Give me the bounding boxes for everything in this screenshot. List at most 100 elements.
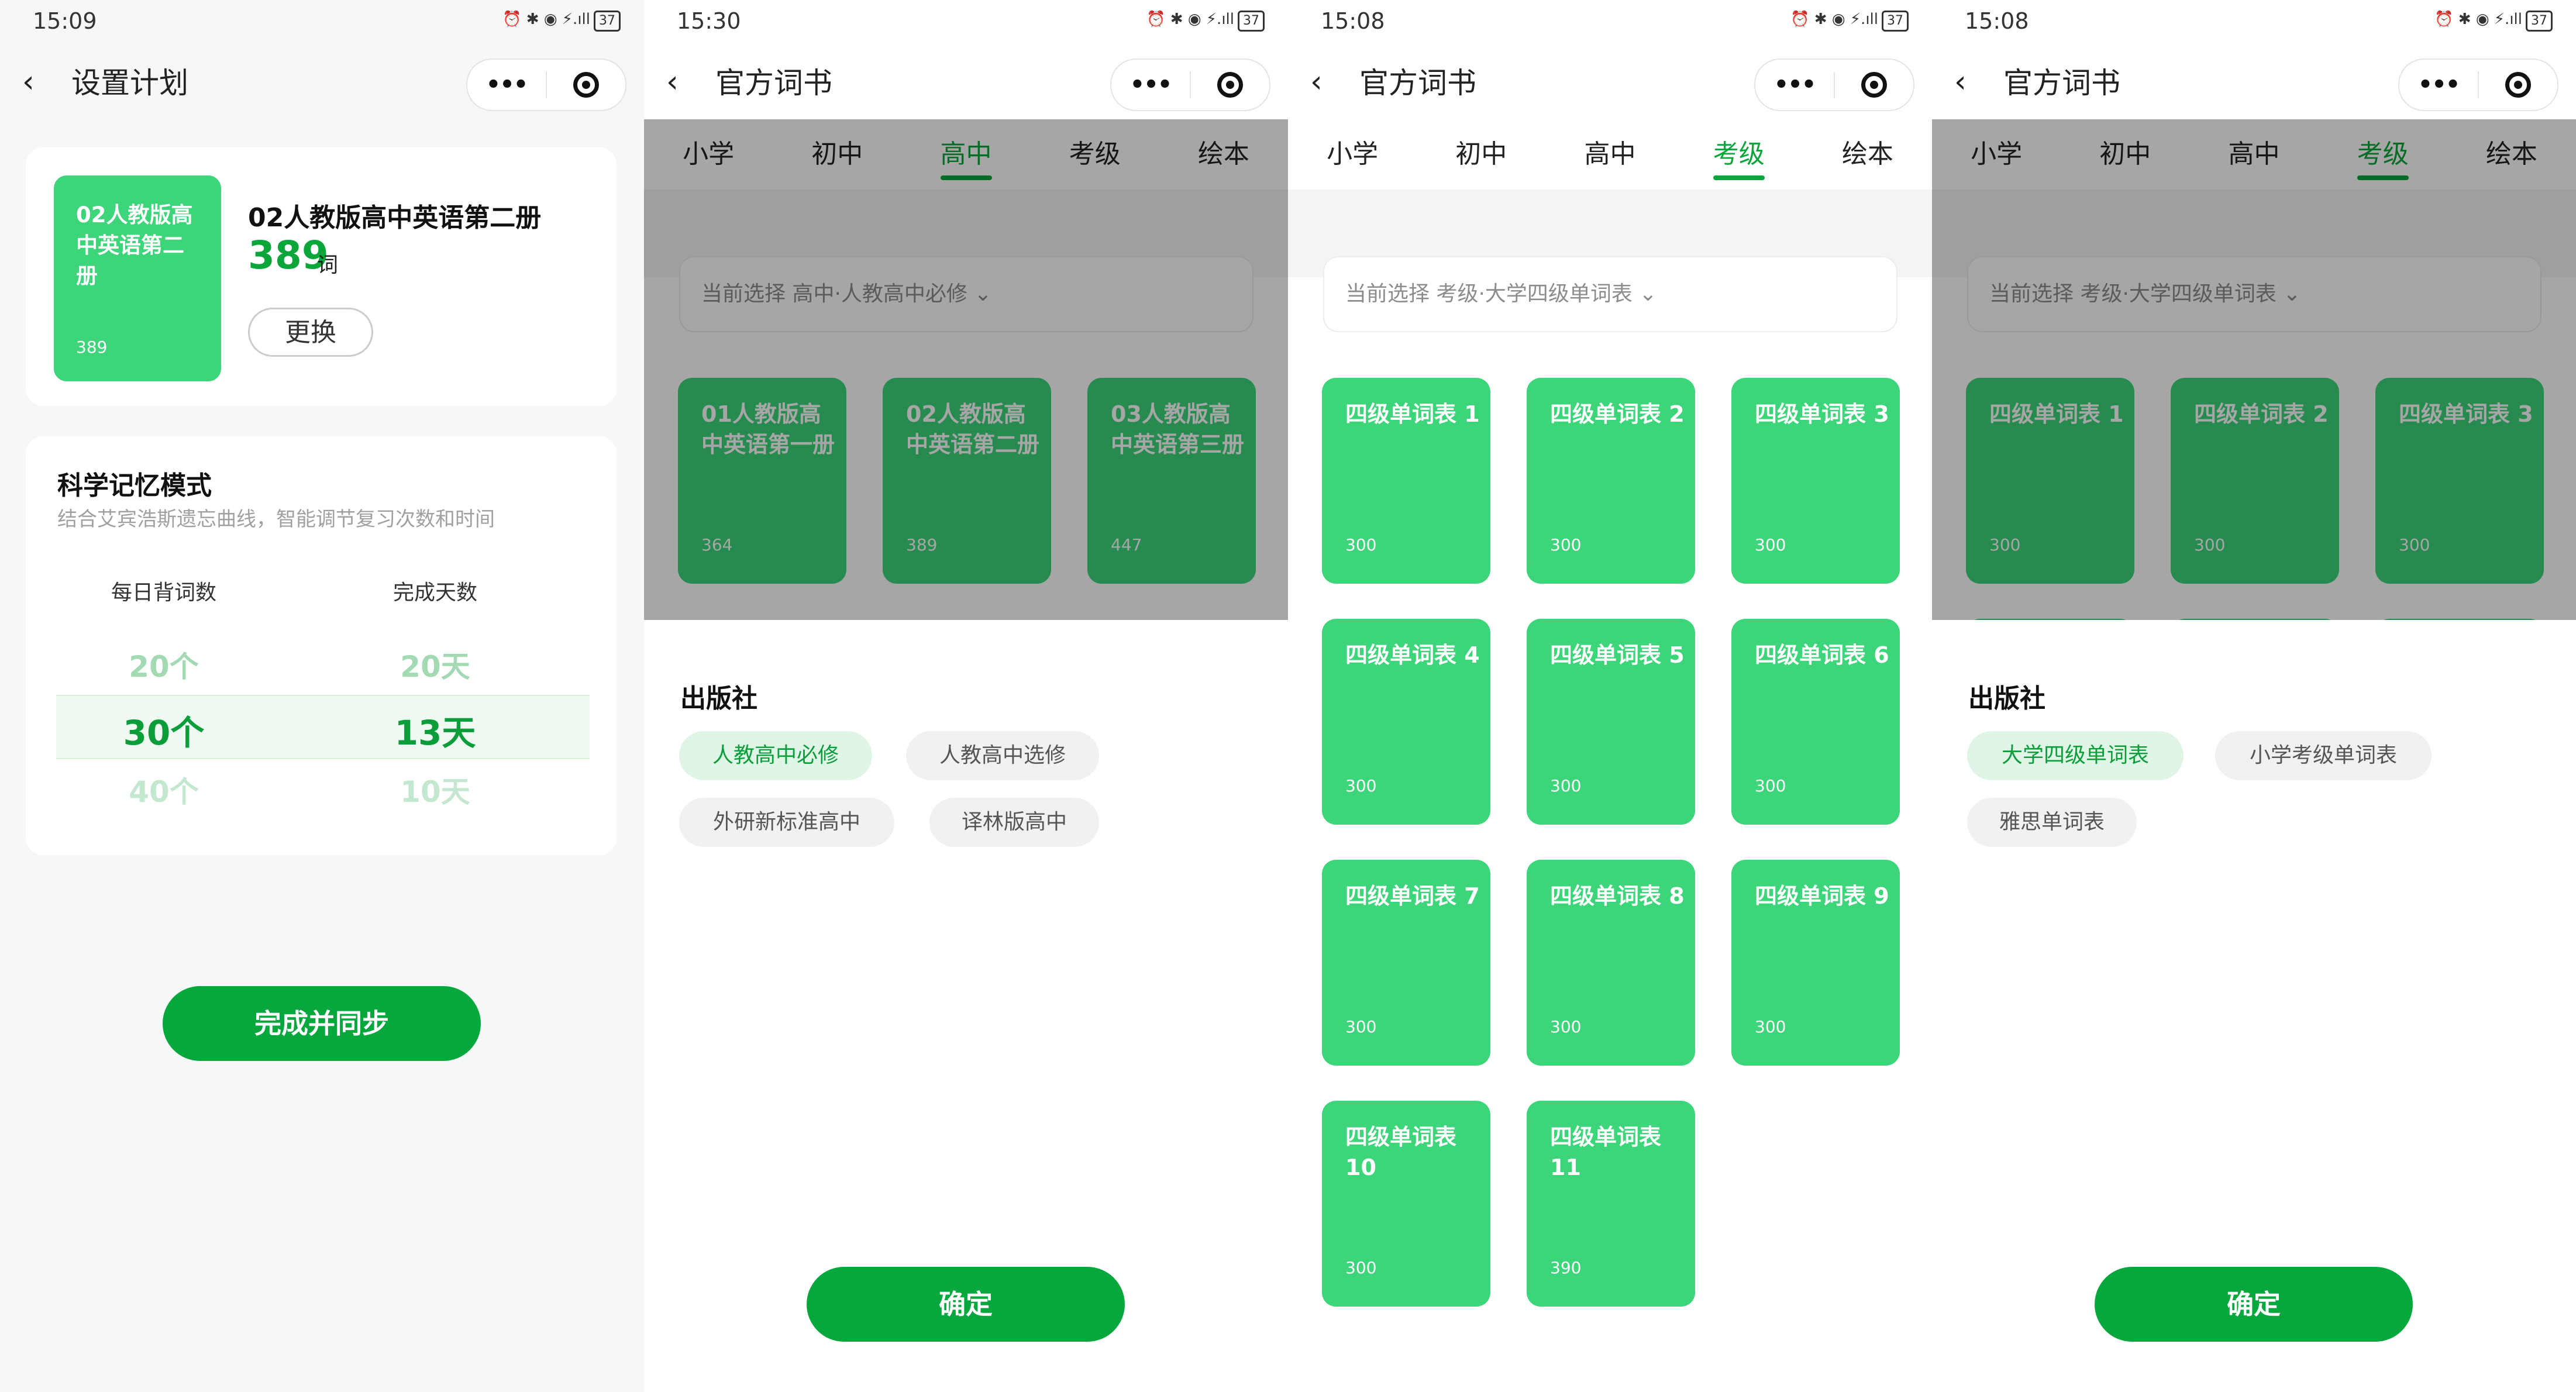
status-time: 15:08 <box>1321 8 1385 34</box>
page-title: 设置计划 <box>71 66 188 100</box>
back-icon[interactable]: ‹ <box>22 64 35 99</box>
finish-sync-button[interactable]: 完成并同步 <box>163 986 481 1061</box>
book-cover: 02人教版高中英语第二册 389 <box>54 175 221 381</box>
page-title: 官方词书 <box>715 66 832 100</box>
tab-primary[interactable]: 小学 <box>1288 119 1417 189</box>
back-icon[interactable]: ‹ <box>1954 64 1967 99</box>
status-time: 15:09 <box>33 8 97 34</box>
mini-program-capsule: ••• <box>466 58 626 111</box>
daily-words-option[interactable]: 20个 <box>82 643 246 685</box>
book-tile-title: 四级单词表 1 <box>1345 401 1480 427</box>
tab-junior[interactable]: 初中 <box>1417 119 1545 189</box>
battery-icon: 37 <box>2526 11 2553 32</box>
finish-days-option[interactable]: 10天 <box>353 769 517 811</box>
status-icons: ⏰ ✱ ◉ ⚡.ıll 37 <box>1790 11 1909 32</box>
plan-settings-screen: 15:09 ⏰ ✱ ◉ ⚡.ıll 37 ‹ 设置计划 ••• 02人教版高中英… <box>0 0 644 1392</box>
status-bar: 15:09 ⏰ ✱ ◉ ⚡.ıll 37 <box>0 0 644 47</box>
publisher-chip[interactable]: 外研新标准高中 <box>679 798 894 847</box>
book-tile-count: 300 <box>1550 1017 1582 1036</box>
publisher-title: 出版社 <box>1968 684 2045 714</box>
book-tile-count: 300 <box>1345 1017 1377 1036</box>
finish-days-selected[interactable]: 13天 <box>353 705 517 754</box>
status-time: 15:30 <box>677 8 741 34</box>
tab-senior[interactable]: 高中 <box>1545 119 1674 189</box>
status-bar: 15:08 ⏰ ✱ ◉ ⚡.ıll 37 <box>1932 0 2576 47</box>
publisher-chip-selected[interactable]: 大学四级单词表 <box>1967 731 2184 780</box>
book-tile-title: 四级单词表 10 <box>1345 1124 1457 1180</box>
book-title: 02人教版高中英语第二册 <box>248 203 542 233</box>
more-dots-icon[interactable]: ••• <box>467 71 546 98</box>
book-tile[interactable]: 四级单词表 10 300 <box>1322 1101 1490 1307</box>
official-books-screen-exam-publisher: 15:08 ⏰ ✱ ◉ ⚡.ıll 37 ‹ 官方词书 ••• 小学 初中 高中… <box>1932 0 2576 1392</box>
official-books-screen-high-school: 15:30 ⏰ ✱ ◉ ⚡.ıll 37 ‹ 官方词书 ••• 小学 初中 高中… <box>644 0 1288 1392</box>
mini-program-capsule: ••• <box>1754 58 1914 111</box>
more-dots-icon[interactable]: ••• <box>1111 71 1190 98</box>
book-tile-count: 300 <box>1550 776 1582 795</box>
more-dots-icon[interactable]: ••• <box>1755 71 1834 98</box>
book-tile[interactable]: 四级单词表 8 300 <box>1527 860 1695 1066</box>
book-tile-title: 四级单词表 2 <box>1550 401 1685 427</box>
status-icons: ⏰ ✱ ◉ ⚡.ıll 37 <box>2434 11 2553 32</box>
target-icon[interactable] <box>1835 72 1913 98</box>
publisher-chip[interactable]: 小学考级单词表 <box>2215 731 2432 780</box>
daily-words-option[interactable]: 40个 <box>82 769 246 811</box>
back-icon[interactable]: ‹ <box>666 64 679 99</box>
book-tile[interactable]: 四级单词表 1 300 <box>1322 378 1490 584</box>
book-tile[interactable]: 四级单词表 11 390 <box>1527 1101 1695 1307</box>
current-selection-dropdown[interactable]: 当前选择 考级·大学四级单词表 ⌄ <box>1323 256 1897 332</box>
daily-words-label: 每日背词数 <box>111 581 216 605</box>
target-icon[interactable] <box>547 72 625 98</box>
book-tile[interactable]: 四级单词表 4 300 <box>1322 619 1490 825</box>
confirm-button[interactable]: 确定 <box>2095 1267 2413 1342</box>
nav-bar: ‹ 官方词书 ••• <box>1932 47 2576 119</box>
finish-days-option[interactable]: 20天 <box>353 643 517 685</box>
daily-words-selected[interactable]: 30个 <box>82 705 246 754</box>
book-cover-title: 02人教版高中英语第二册 <box>76 202 193 288</box>
nav-bar: ‹ 设置计划 ••• <box>0 47 644 119</box>
back-icon[interactable]: ‹ <box>1310 64 1323 99</box>
book-tile[interactable]: 四级单词表 5 300 <box>1527 619 1695 825</box>
publisher-chip[interactable]: 人教高中选修 <box>906 731 1099 780</box>
screens-container: 15:09 ⏰ ✱ ◉ ⚡.ıll 37 ‹ 设置计划 ••• 02人教版高中英… <box>0 0 2576 1392</box>
book-tile-title: 四级单词表 5 <box>1550 642 1685 668</box>
page-title: 官方词书 <box>1359 66 1476 100</box>
status-bar: 15:30 ⏰ ✱ ◉ ⚡.ıll 37 <box>644 0 1288 47</box>
publisher-chip[interactable]: 雅思单词表 <box>1967 798 2137 847</box>
publisher-chip[interactable]: 译林版高中 <box>929 798 1099 847</box>
status-signal-icons: ⏰ ✱ ◉ ⚡.ıll <box>1146 11 1234 28</box>
book-tile-count: 300 <box>1755 776 1786 795</box>
book-tile[interactable]: 四级单词表 9 300 <box>1731 860 1900 1066</box>
book-tile-count: 390 <box>1550 1258 1582 1277</box>
status-signal-icons: ⏰ ✱ ◉ ⚡.ıll <box>1790 11 1878 28</box>
book-tile[interactable]: 四级单词表 2 300 <box>1527 378 1695 584</box>
battery-icon: 37 <box>1238 11 1265 32</box>
more-dots-icon[interactable]: ••• <box>2399 71 2478 98</box>
battery-icon: 37 <box>1882 11 1909 32</box>
publisher-chip-selected[interactable]: 人教高中必修 <box>679 731 872 780</box>
status-bar: 15:08 ⏰ ✱ ◉ ⚡.ıll 37 <box>1288 0 1932 47</box>
change-book-button[interactable]: 更换 <box>248 308 373 357</box>
book-tile[interactable]: 四级单词表 7 300 <box>1322 860 1490 1066</box>
book-tile-title: 四级单词表 9 <box>1755 883 1889 909</box>
book-tile[interactable]: 四级单词表 6 300 <box>1731 619 1900 825</box>
book-tile-count: 300 <box>1345 776 1377 795</box>
tab-exam[interactable]: 考级 <box>1675 119 1803 189</box>
publisher-sheet: 出版社 人教高中必修 人教高中选修 外研新标准高中 译林版高中 确定 <box>644 620 1288 1392</box>
confirm-button[interactable]: 确定 <box>807 1267 1125 1342</box>
book-tile-title: 四级单词表 4 <box>1345 642 1480 668</box>
publisher-sheet: 出版社 大学四级单词表 小学考级单词表 雅思单词表 确定 <box>1932 620 2576 1392</box>
book-tile-title: 四级单词表 7 <box>1345 883 1480 909</box>
book-tile[interactable]: 四级单词表 3 300 <box>1731 378 1900 584</box>
target-icon[interactable] <box>1191 72 1269 98</box>
battery-icon: 37 <box>594 11 621 32</box>
book-tile-title: 四级单词表 3 <box>1755 401 1889 427</box>
book-tile-count: 300 <box>1345 535 1377 554</box>
modal-overlay[interactable] <box>644 119 1288 620</box>
official-books-screen-exam: 15:08 ⏰ ✱ ◉ ⚡.ıll 37 ‹ 官方词书 ••• 小学 初中 高中… <box>1288 0 1932 1392</box>
book-tile-title: 四级单词表 11 <box>1550 1124 1662 1180</box>
status-time: 15:08 <box>1965 8 2029 34</box>
modal-overlay[interactable] <box>1932 119 2576 620</box>
target-icon[interactable] <box>2479 72 2557 98</box>
tab-picture-book[interactable]: 绘本 <box>1803 119 1932 189</box>
status-icons: ⏰ ✱ ◉ ⚡.ıll 37 <box>502 11 621 32</box>
